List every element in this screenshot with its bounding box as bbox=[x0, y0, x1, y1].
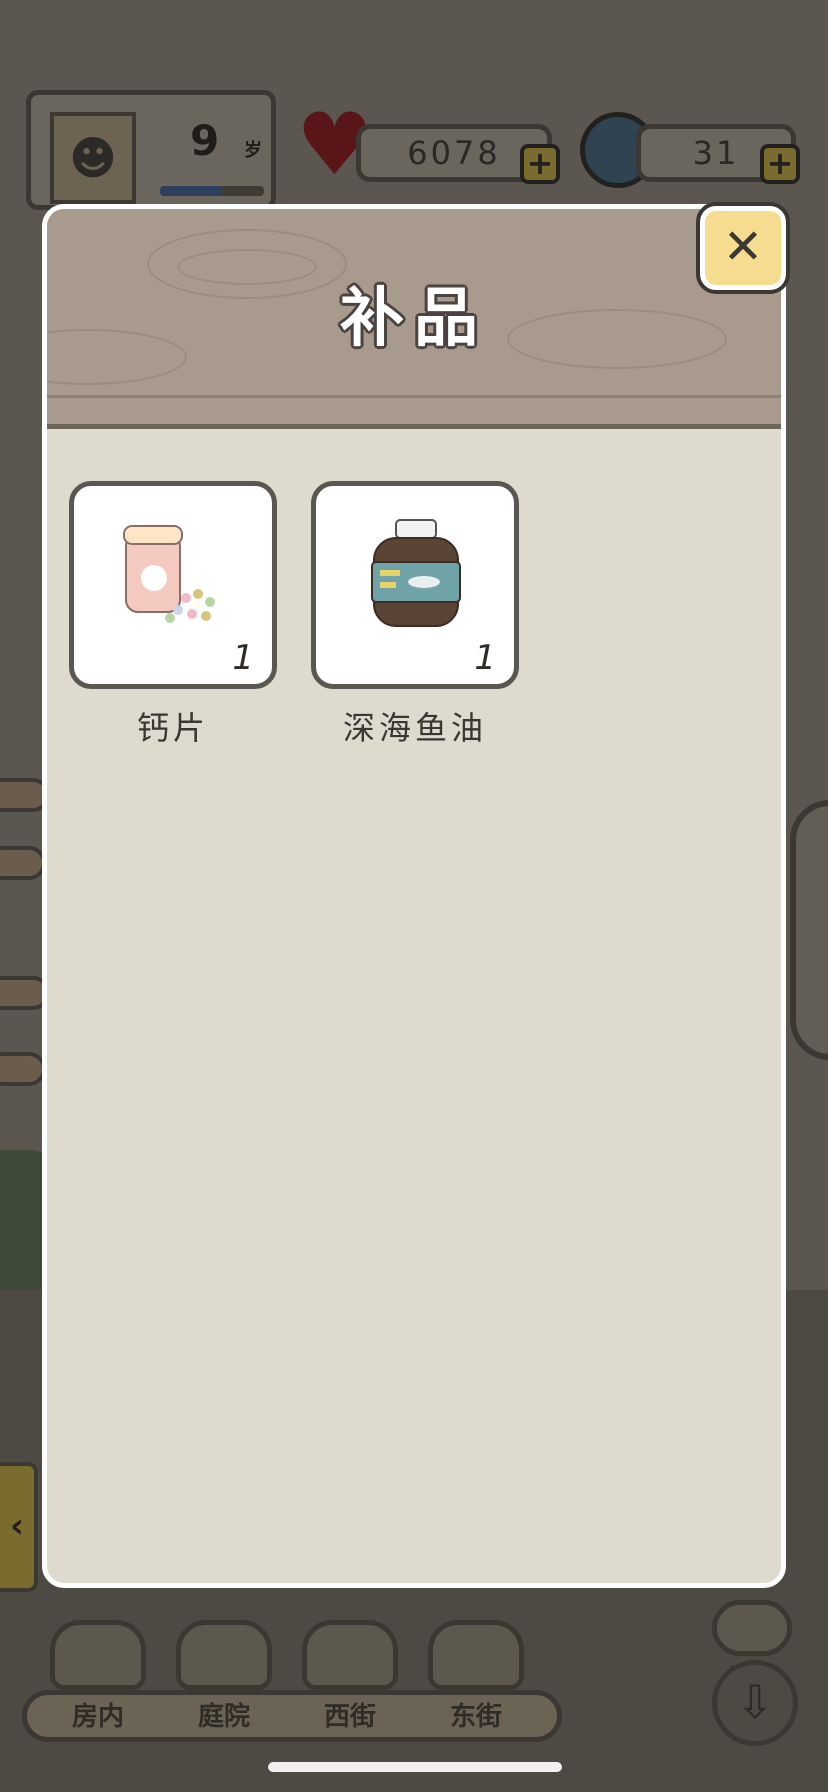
tree-icon bbox=[176, 1620, 272, 1690]
signpost-icon bbox=[428, 1620, 524, 1690]
add-coins-button[interactable]: + bbox=[760, 144, 800, 184]
modal-header: 补品 bbox=[47, 209, 781, 429]
item-name: 深海鱼油 bbox=[342, 709, 487, 747]
nav-item-east-street[interactable]: 东街 bbox=[416, 1620, 536, 1733]
item-card-fish-oil[interactable]: 1 bbox=[311, 481, 519, 689]
gear-icon bbox=[712, 1600, 792, 1656]
wood-log bbox=[0, 1052, 46, 1086]
close-icon: ✕ bbox=[722, 219, 764, 275]
avatar[interactable]: ☻ bbox=[50, 112, 136, 204]
wood-log bbox=[0, 846, 46, 880]
nav-item-yard[interactable]: 庭院 bbox=[164, 1620, 284, 1733]
age-display: 9 岁 bbox=[160, 112, 270, 182]
plank-line bbox=[47, 395, 781, 398]
nav-item-label: 东街 bbox=[449, 1702, 502, 1732]
hearts-value: 6078 bbox=[407, 134, 501, 172]
modal-title: 补品 bbox=[340, 282, 488, 356]
item-quantity: 1 bbox=[474, 638, 496, 678]
nav-item-room[interactable]: 房内 bbox=[38, 1620, 158, 1733]
supplements-modal: 补品 1 钙片 1 深海鱼油 bbox=[42, 204, 786, 1588]
age-progress-bar bbox=[160, 186, 264, 196]
age-value: 9 bbox=[190, 116, 220, 165]
chevron-left-icon[interactable]: ‹ bbox=[0, 1462, 38, 1592]
age-progress-fill bbox=[160, 186, 223, 196]
item-quantity: 1 bbox=[232, 638, 254, 678]
nav-item-label: 房内 bbox=[71, 1702, 124, 1732]
item-card-calcium[interactable]: 1 bbox=[69, 481, 277, 689]
nav-item-label: 庭院 bbox=[197, 1702, 250, 1732]
download-arrow-icon[interactable]: ⇩ bbox=[712, 1660, 798, 1746]
nav-item-west-street[interactable]: 西街 bbox=[290, 1620, 410, 1733]
age-unit: 岁 bbox=[244, 140, 262, 161]
coins-value: 31 bbox=[692, 134, 740, 172]
bed-icon bbox=[50, 1620, 146, 1690]
door bbox=[790, 800, 828, 1060]
close-button[interactable]: ✕ bbox=[696, 202, 790, 294]
item-name: 钙片 bbox=[136, 709, 209, 747]
home-indicator[interactable] bbox=[268, 1762, 562, 1772]
building-icon bbox=[302, 1620, 398, 1690]
add-hearts-button[interactable]: + bbox=[520, 144, 560, 184]
nav-item-label: 西街 bbox=[323, 1702, 376, 1732]
